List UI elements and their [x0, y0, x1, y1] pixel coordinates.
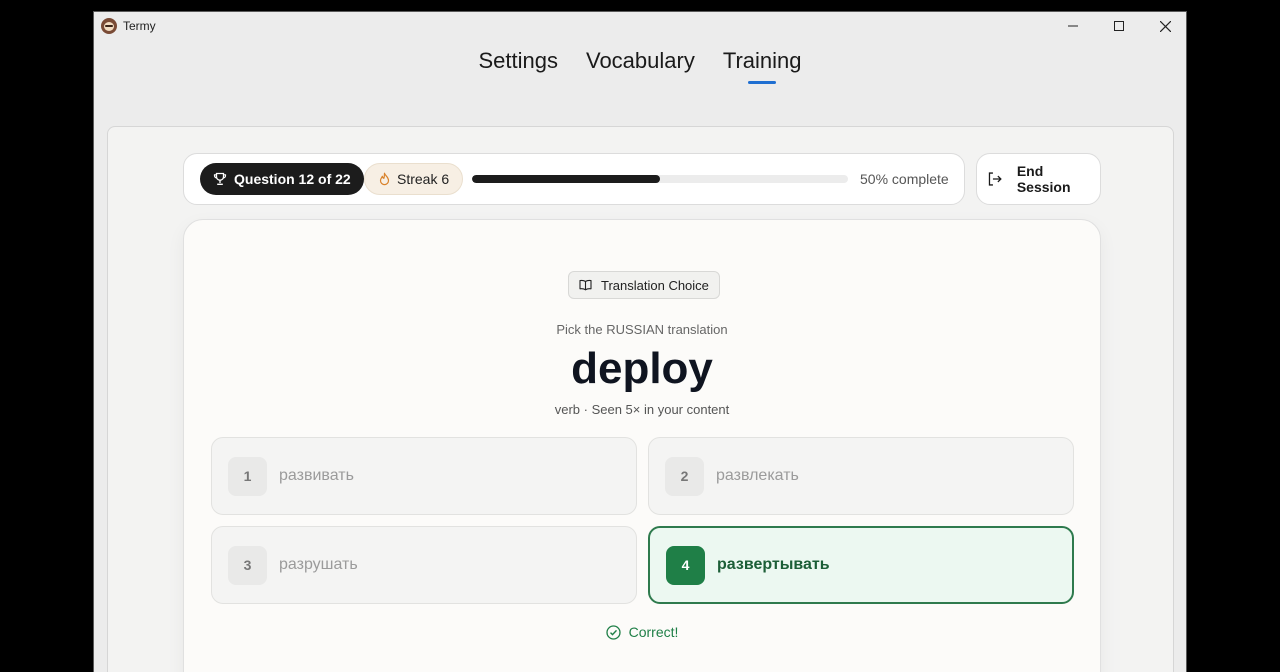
minimize-button[interactable]	[1050, 12, 1096, 40]
app-window: Termy Settings Vocabulary Training Quest…	[93, 11, 1187, 672]
exercise-type-badge: Translation Choice	[568, 271, 720, 299]
option-text: разрушать	[279, 556, 358, 573]
answer-option-1[interactable]: 1 развивать	[211, 437, 637, 515]
tab-settings[interactable]: Settings	[478, 46, 558, 80]
streak-badge: Streak 6	[364, 163, 464, 195]
maximize-icon	[1114, 21, 1124, 31]
minimize-icon	[1068, 25, 1078, 27]
progress-text: 50% complete	[860, 171, 949, 187]
open-book-icon	[579, 279, 592, 291]
target-word: deploy	[571, 344, 713, 393]
end-session-button[interactable]: End Session	[976, 153, 1101, 205]
option-number: 3	[228, 545, 267, 585]
feedback-text: Correct!	[628, 624, 679, 640]
sloth-logo-icon	[101, 18, 117, 34]
end-session-label: End Session	[1016, 163, 1071, 195]
window-title: Termy	[123, 19, 156, 33]
option-text: развертывать	[717, 556, 830, 573]
tab-training[interactable]: Training	[723, 46, 802, 80]
close-icon	[1159, 20, 1171, 32]
maximize-button[interactable]	[1096, 12, 1142, 40]
question-counter-label: Question 12 of 22	[234, 171, 351, 187]
answer-option-2[interactable]: 2 развлекать	[648, 437, 1074, 515]
flame-icon	[379, 172, 390, 186]
answer-feedback: Correct!	[184, 624, 1100, 640]
option-text: развивать	[279, 467, 354, 484]
progress-bar	[472, 175, 848, 183]
progress-fill	[472, 175, 660, 183]
answer-option-3[interactable]: 3 разрушать	[211, 526, 637, 604]
option-number: 2	[665, 456, 704, 496]
question-card: Translation Choice Pick the RUSSIAN tran…	[183, 219, 1101, 672]
word-meta: verb · Seen 5× in your content	[554, 402, 730, 417]
logout-icon	[988, 172, 1002, 186]
trophy-icon	[213, 172, 227, 186]
session-status-bar: Question 12 of 22 Streak 6 50% complete	[183, 153, 965, 205]
answer-option-4-correct[interactable]: 4 развертывать	[648, 526, 1074, 604]
close-button[interactable]	[1142, 12, 1186, 40]
training-panel: Question 12 of 22 Streak 6 50% complete …	[107, 126, 1174, 672]
option-text: развлекать	[716, 467, 799, 484]
exercise-type-label: Translation Choice	[601, 277, 709, 293]
option-number: 4	[666, 545, 705, 585]
tab-vocabulary[interactable]: Vocabulary	[586, 46, 695, 80]
main-nav: Settings Vocabulary Training	[94, 46, 1186, 80]
streak-label: Streak 6	[397, 171, 450, 187]
question-counter-badge: Question 12 of 22	[200, 163, 364, 195]
check-circle-icon	[605, 624, 621, 640]
title-bar: Termy	[94, 12, 1186, 40]
question-prompt: Pick the RUSSIAN translation	[556, 322, 728, 337]
option-number: 1	[228, 456, 267, 496]
